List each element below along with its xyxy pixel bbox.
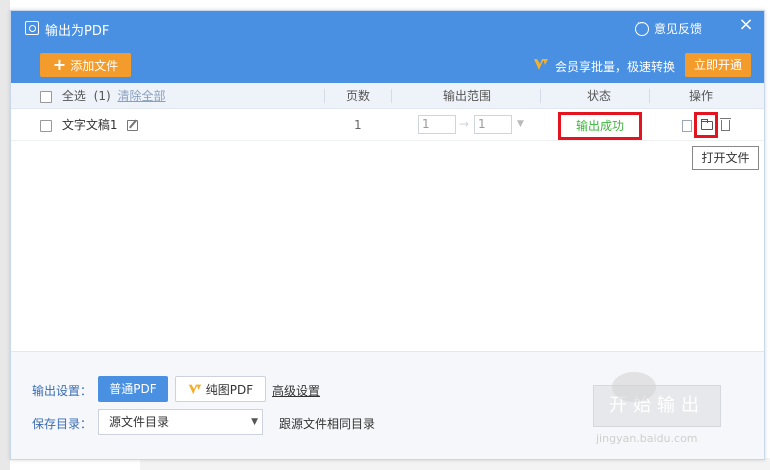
title-bar: 输出为PDF 意见反馈 × + 添加文件 会员享批量，极速转换 立即开通 (11, 11, 764, 83)
vip-icon (188, 384, 201, 395)
table-row: 文字文稿1 1 1 → 1 ▼ (11, 109, 764, 141)
edit-icon[interactable] (127, 120, 139, 131)
trash-icon[interactable] (720, 118, 731, 131)
close-icon[interactable]: × (738, 15, 754, 35)
column-divider (649, 89, 650, 103)
range-from-input[interactable]: 1 (418, 115, 456, 134)
column-divider (540, 89, 541, 103)
watermark-text: jingyan.baidu.com (596, 432, 698, 445)
output-settings-label: 输出设置： (32, 384, 93, 398)
file-icon[interactable] (682, 120, 692, 132)
image-pdf-button[interactable]: 纯图PDF (175, 376, 266, 402)
feedback-button[interactable]: 意见反馈 (635, 19, 703, 37)
file-name-cell: 文字文稿1 (40, 109, 139, 141)
page-count: 1 (354, 118, 362, 132)
dropdown-arrow-icon[interactable]: ▼ (517, 115, 524, 134)
baidu-paw-icon (612, 372, 656, 402)
select-all-checkbox[interactable] (40, 90, 52, 103)
select-count: (1) (93, 89, 111, 103)
tooltip-open-file: 打开文件 (692, 146, 759, 170)
clear-all-link[interactable]: 清除全部 (118, 89, 166, 103)
add-file-button[interactable]: + 添加文件 (40, 53, 131, 77)
range-to-input[interactable]: 1 (474, 115, 512, 134)
column-divider (324, 89, 325, 103)
select-all-group: 全选 (1) 清除全部 (40, 83, 166, 109)
image-pdf-label: 纯图PDF (205, 382, 254, 397)
add-file-label: 添加文件 (70, 58, 119, 73)
table-header: 全选 (1) 清除全部 页数 输出范围 状态 操作 (11, 83, 764, 109)
same-dir-text: 跟源文件相同目录 (279, 417, 376, 431)
open-folder-button[interactable] (694, 112, 718, 138)
chevron-down-icon: ▼ (251, 417, 258, 427)
normal-pdf-button[interactable]: 普通PDF (98, 376, 168, 402)
column-divider (391, 89, 392, 103)
feedback-icon (635, 19, 649, 36)
row-checkbox[interactable] (40, 119, 52, 132)
plus-icon: + (52, 55, 67, 74)
vip-promo-text: 会员享批量，极速转换 (555, 60, 676, 74)
save-dir-label: 保存目录： (32, 417, 93, 431)
background-left (0, 0, 10, 470)
header-pages: 页数 (346, 89, 371, 103)
save-dir-value: 源文件目录 (109, 415, 170, 429)
header-range: 输出范围 (443, 89, 492, 103)
header-status: 状态 (587, 89, 612, 103)
select-all-label: 全选 (61, 89, 86, 103)
vip-icon (534, 59, 548, 70)
file-name: 文字文稿1 (61, 118, 118, 132)
range-arrow-icon: → (459, 117, 470, 131)
folder-icon (701, 119, 713, 130)
watermark-logo (582, 372, 722, 404)
advanced-settings-link[interactable]: 高级设置 (272, 382, 320, 399)
feedback-label: 意见反馈 (654, 22, 703, 36)
header-actions: 操作 (689, 89, 714, 103)
title-pdf-icon (25, 21, 39, 35)
window-title: 输出为PDF (45, 24, 110, 39)
save-dir-select[interactable]: 源文件目录 ▼ (98, 409, 263, 435)
open-vip-button[interactable]: 立即开通 (685, 53, 751, 77)
status-badge: 输出成功 (558, 112, 642, 140)
